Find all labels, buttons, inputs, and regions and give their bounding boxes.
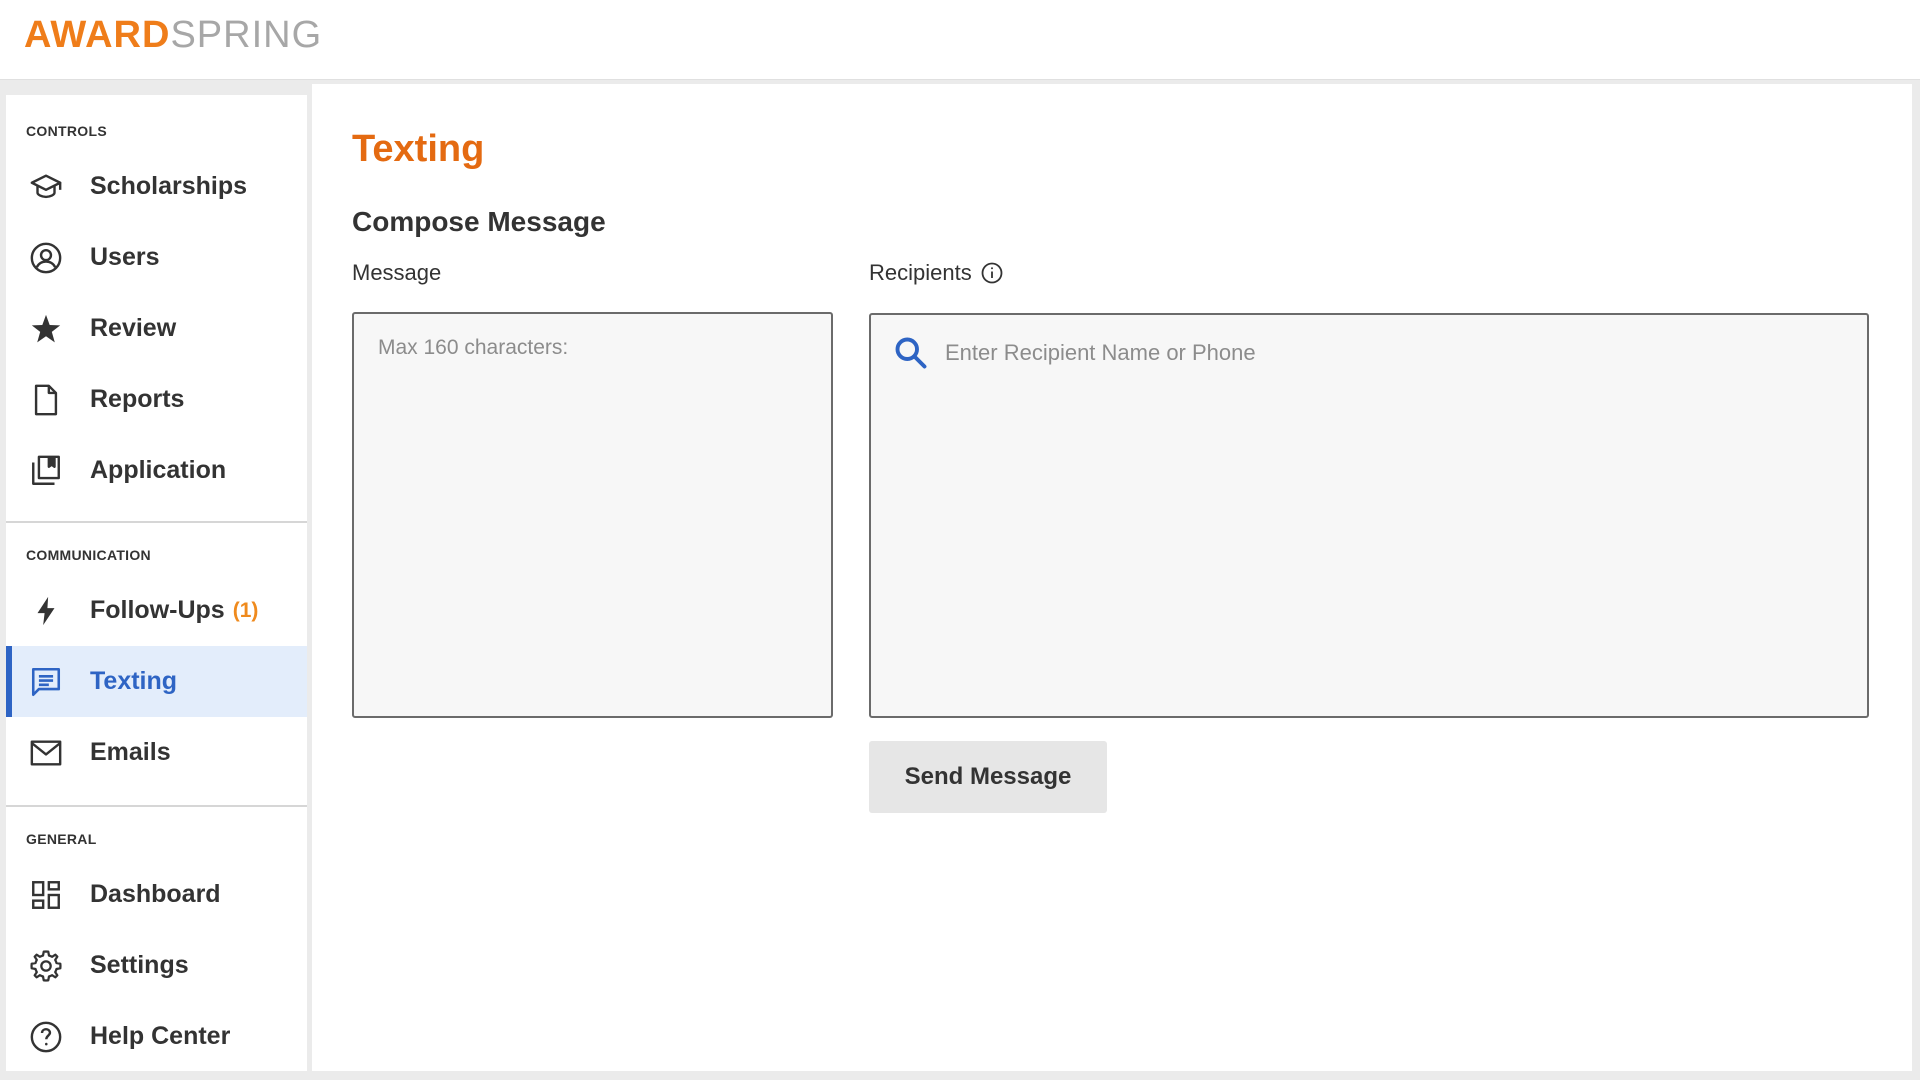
sidebar-item-label: Review bbox=[90, 314, 177, 342]
sidebar-item-settings[interactable]: Settings bbox=[6, 930, 307, 1001]
sidebar-item-application[interactable]: Application bbox=[6, 435, 307, 506]
recipients-label: Recipients bbox=[869, 260, 1004, 286]
sidebar-item-review[interactable]: Review bbox=[6, 293, 307, 364]
message-textarea[interactable] bbox=[352, 312, 833, 718]
logo-part-spring: SPRING bbox=[170, 14, 323, 56]
follow-ups-count-badge: (1) bbox=[232, 598, 259, 622]
section-label-controls: CONTROLS bbox=[26, 123, 107, 139]
logo-part-award: AWARD bbox=[24, 14, 171, 56]
sidebar-item-dashboard[interactable]: Dashboard bbox=[6, 859, 307, 930]
sidebar-item-label: Dashboard bbox=[90, 880, 221, 908]
document-icon bbox=[28, 382, 64, 418]
info-icon[interactable] bbox=[980, 261, 1004, 285]
sidebar-item-help-center[interactable]: Help Center bbox=[6, 1001, 307, 1072]
top-bar: AWARDSPRING bbox=[0, 0, 1920, 80]
envelope-icon bbox=[28, 735, 64, 771]
gear-icon bbox=[28, 948, 64, 984]
lightning-icon bbox=[28, 593, 64, 629]
recipients-label-text: Recipients bbox=[869, 260, 972, 285]
message-label-text: Message bbox=[352, 260, 442, 285]
dashboard-icon bbox=[28, 877, 64, 913]
sidebar-item-label: Reports bbox=[90, 385, 185, 413]
sidebar-item-reports[interactable]: Reports bbox=[6, 364, 307, 435]
sidebar-item-label: Texting bbox=[90, 667, 178, 695]
sidebar-item-label: Help Center bbox=[90, 1022, 231, 1050]
sidebar-item-label: Scholarships bbox=[90, 172, 247, 200]
section-label-general: GENERAL bbox=[26, 831, 97, 847]
recipients-search-input[interactable] bbox=[945, 331, 1825, 375]
awardspring-logo[interactable]: AWARDSPRING bbox=[24, 14, 322, 57]
sidebar: CONTROLS Scholarships Users Review Repor… bbox=[6, 95, 307, 1071]
sidebar-divider bbox=[6, 805, 307, 807]
sidebar-item-scholarships[interactable]: Scholarships bbox=[6, 151, 307, 222]
sidebar-item-follow-ups[interactable]: Follow-Ups (1) bbox=[6, 575, 307, 646]
sidebar-item-label: Emails bbox=[90, 738, 171, 766]
compose-message-heading: Compose Message bbox=[352, 206, 606, 237]
search-icon bbox=[893, 335, 929, 371]
sidebar-item-emails[interactable]: Emails bbox=[6, 717, 307, 788]
send-message-button[interactable]: Send Message bbox=[869, 741, 1107, 813]
star-icon bbox=[28, 311, 64, 347]
sidebar-item-label: Application bbox=[90, 456, 227, 484]
section-label-communication: COMMUNICATION bbox=[26, 547, 151, 563]
recipients-field[interactable] bbox=[869, 313, 1869, 718]
message-icon bbox=[28, 664, 64, 700]
sidebar-item-label: Users bbox=[90, 243, 160, 271]
main-content: Texting Compose Message Message Recipien… bbox=[312, 84, 1912, 1071]
sidebar-item-label: Follow-Ups bbox=[90, 596, 225, 624]
user-circle-icon bbox=[28, 240, 64, 276]
sidebar-item-label: Settings bbox=[90, 951, 189, 979]
help-icon bbox=[28, 1019, 64, 1055]
application-icon bbox=[28, 453, 64, 489]
sidebar-item-users[interactable]: Users bbox=[6, 222, 307, 293]
sidebar-item-texting[interactable]: Texting bbox=[6, 646, 307, 717]
sidebar-divider bbox=[6, 521, 307, 523]
graduation-cap-icon bbox=[28, 169, 64, 205]
page-title: Texting bbox=[352, 128, 485, 170]
message-label: Message bbox=[352, 260, 441, 286]
